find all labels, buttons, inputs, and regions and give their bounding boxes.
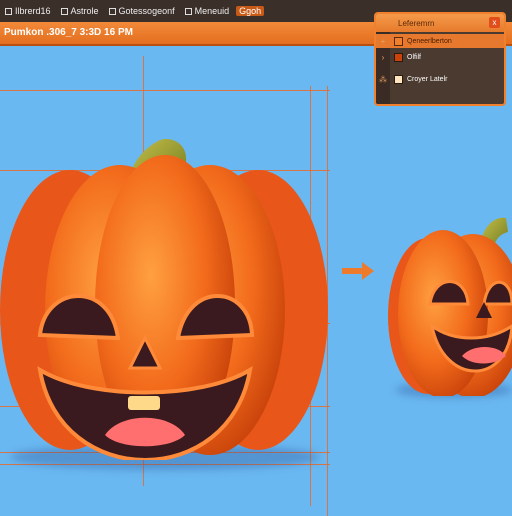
menu-item-label: Meneuid <box>194 6 230 16</box>
window-icon <box>60 7 68 15</box>
menu-item-0[interactable]: Ilbrerd16 <box>2 6 54 16</box>
layer-label: Croyer Latelr <box>407 75 448 83</box>
menu-item-3[interactable]: Meneuid <box>182 6 233 16</box>
layer-row[interactable]: + Qeneerlberton <box>376 34 504 48</box>
canvas[interactable] <box>0 46 512 516</box>
menu-item-label: Ggoh <box>239 6 262 16</box>
layer-label: Olfilf <box>407 53 421 61</box>
pumpkin-small-image[interactable] <box>388 186 512 396</box>
window-icon <box>108 7 116 15</box>
layer-thumbnail <box>394 52 403 62</box>
layers-panel-title: Leferemrn <box>398 18 435 28</box>
layers-panel: Leferemrn x + Qeneerlberton › Olfilf ⁂ C… <box>374 12 506 106</box>
menu-item-label: Ilbrerd16 <box>15 6 51 16</box>
pumpkin-large-image[interactable] <box>0 100 330 460</box>
menu-item-2[interactable]: Gotessogeonf <box>106 6 178 16</box>
plus-icon[interactable]: + <box>376 37 390 46</box>
document-title: Pumkon .306_7 3:3D 16 PM <box>4 27 133 38</box>
layer-row[interactable]: › Olfilf <box>376 50 504 64</box>
layer-thumbnail <box>394 36 403 46</box>
guide-line-horizontal[interactable] <box>0 90 330 91</box>
layers-panel-header[interactable]: Leferemrn x <box>376 14 504 32</box>
layer-icon[interactable]: ⁂ <box>376 75 390 84</box>
window-icon <box>5 7 12 15</box>
layer-label: Qeneerlberton <box>407 37 452 45</box>
close-icon[interactable]: x <box>489 17 500 28</box>
arrow-right-icon[interactable]: › <box>376 53 390 62</box>
menu-item-label: Astrole <box>70 6 99 16</box>
menu-item-1[interactable]: Astrole <box>58 6 102 16</box>
menu-item-label: Gotessogeonf <box>118 6 175 16</box>
pumpkin-tooth <box>128 396 160 410</box>
layer-row[interactable]: ⁂ Croyer Latelr <box>376 72 504 86</box>
arrow-right-icon <box>342 262 374 280</box>
menu-item-4[interactable]: Ggoh <box>236 6 265 16</box>
layer-thumbnail <box>394 74 403 84</box>
window-icon <box>184 7 192 15</box>
